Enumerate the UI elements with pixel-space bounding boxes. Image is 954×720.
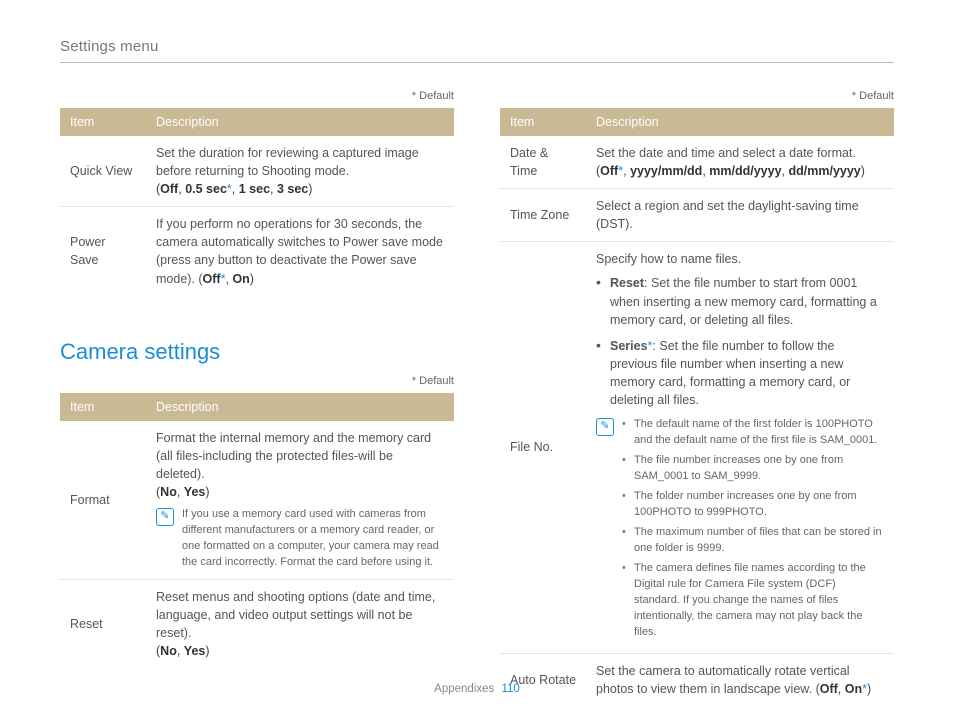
item-desc: Specify how to name files. Reset: Set th… (586, 242, 894, 653)
table-row: Time Zone Select a region and set the da… (500, 189, 894, 242)
note-icon: ✎ (596, 418, 614, 436)
note-text: If you use a memory card used with camer… (182, 507, 444, 571)
table-camera-settings-left: Item Description Format Format the inter… (60, 393, 454, 669)
item-desc: Select a region and set the daylight-sav… (586, 189, 894, 242)
table-display-settings: Item Description Quick View Set the dura… (60, 108, 454, 296)
desc-text: Set the duration for reviewing a capture… (156, 146, 419, 178)
col-header-desc: Description (586, 108, 894, 136)
col-header-item: Item (60, 108, 146, 136)
page-footer: Appendixes 110 (0, 681, 954, 698)
list-item: The maximum number of files that can be … (622, 525, 884, 557)
list-item: The camera defines file names according … (622, 561, 884, 641)
note-icon: ✎ (156, 508, 174, 526)
desc-text: Set the date and time and select a date … (596, 146, 856, 160)
item-desc: Set the duration for reviewing a capture… (146, 136, 454, 207)
item-desc: If you perform no operations for 30 seco… (146, 207, 454, 296)
col-header-item: Item (60, 393, 146, 421)
item-label: Time Zone (500, 189, 586, 242)
section-title-camera-settings: Camera settings (60, 336, 454, 368)
table-row: Quick View Set the duration for reviewin… (60, 136, 454, 207)
desc-text: Specify how to name files. (596, 252, 741, 266)
table-row: Power Save If you perform no operations … (60, 207, 454, 296)
table-camera-settings-right: Item Description Date & Time Set the dat… (500, 108, 894, 706)
default-note: * Default (500, 89, 894, 105)
left-column: * Default Item Description Quick View Se… (60, 89, 454, 706)
list-item: The file number increases one by one fro… (622, 453, 884, 485)
table-row: Reset Reset menus and shooting options (… (60, 579, 454, 668)
desc-text: Select a region and set the daylight-sav… (596, 199, 859, 231)
list-item: Reset: Set the file number to start from… (596, 274, 884, 328)
col-header-item: Item (500, 108, 586, 136)
item-label: File No. (500, 242, 586, 653)
table-row: Format Format the internal memory and th… (60, 421, 454, 580)
item-label: Power Save (60, 207, 146, 296)
col-header-desc: Description (146, 108, 454, 136)
footer-section: Appendixes (434, 683, 494, 695)
item-desc: Set the date and time and select a date … (586, 136, 894, 189)
header-divider (60, 62, 894, 63)
col-header-desc: Description (146, 393, 454, 421)
default-note: * Default (60, 89, 454, 105)
item-label: Quick View (60, 136, 146, 207)
content-columns: * Default Item Description Quick View Se… (60, 89, 894, 706)
breadcrumb: Settings menu (60, 36, 894, 58)
item-desc: Format the internal memory and the memor… (146, 421, 454, 580)
table-row: File No. Specify how to name files. Rese… (500, 242, 894, 653)
list-item: The default name of the first folder is … (622, 417, 884, 449)
default-note: * Default (60, 374, 454, 390)
list-item: The folder number increases one by one f… (622, 489, 884, 521)
desc-text: Format the internal memory and the memor… (156, 431, 431, 481)
item-label: Format (60, 421, 146, 580)
table-row: Date & Time Set the date and time and se… (500, 136, 894, 189)
note-list: The default name of the first folder is … (622, 417, 884, 644)
list-item: Series*: Set the file number to follow t… (596, 337, 884, 410)
page-number: 110 (501, 683, 519, 695)
desc-text: If you perform no operations for 30 seco… (156, 217, 443, 285)
item-desc: Reset menus and shooting options (date a… (146, 579, 454, 668)
item-label: Date & Time (500, 136, 586, 189)
right-column: * Default Item Description Date & Time S… (500, 89, 894, 706)
desc-text: Reset menus and shooting options (date a… (156, 590, 435, 640)
item-label: Reset (60, 579, 146, 668)
